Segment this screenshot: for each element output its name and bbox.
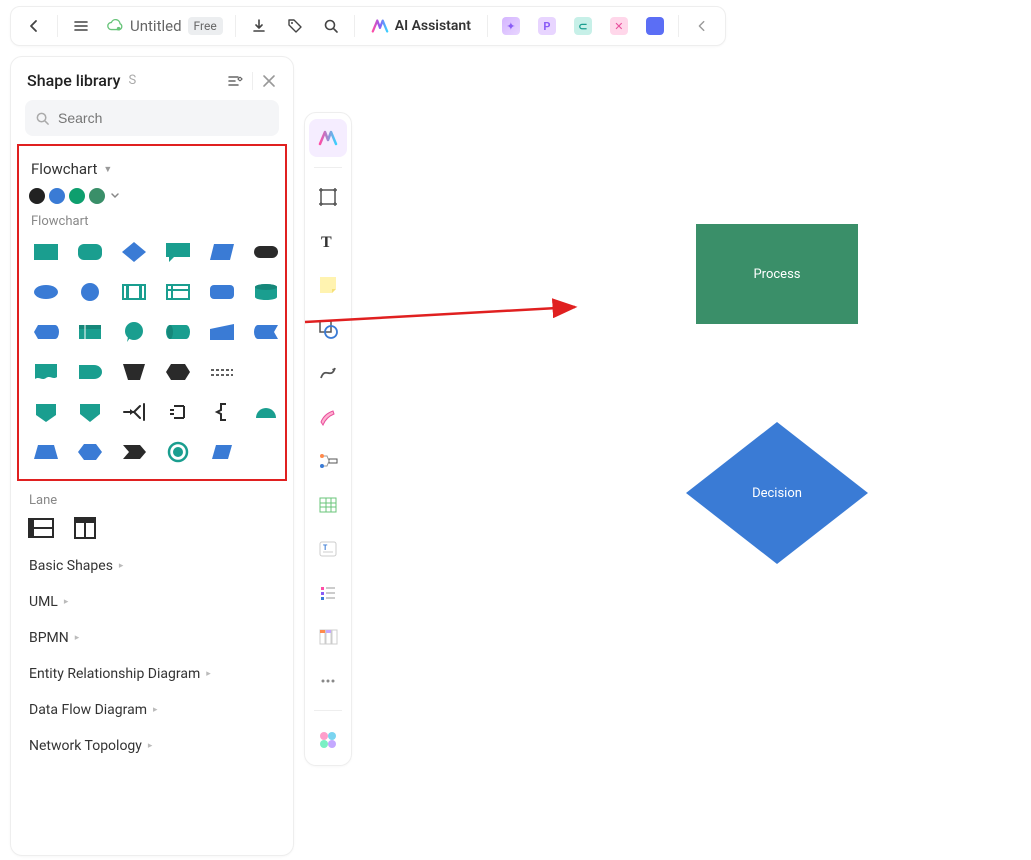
flowchart-shapes-grid — [27, 237, 277, 473]
sparkle-tool[interactable]: ✦ — [494, 9, 528, 43]
sticky-note-tool[interactable] — [309, 266, 347, 304]
category-dfd[interactable]: Data Flow Diagram▸ — [29, 702, 275, 718]
shape-internal-storage[interactable] — [161, 277, 195, 307]
frame-tool[interactable] — [309, 178, 347, 216]
sort-icon[interactable] — [226, 72, 244, 90]
chevron-down-icon[interactable] — [109, 190, 121, 202]
shape-circle[interactable] — [73, 277, 107, 307]
shape-alt-process[interactable] — [205, 277, 239, 307]
back-button[interactable] — [17, 9, 51, 43]
shape-manual-input[interactable] — [205, 317, 239, 347]
category-basic-shapes[interactable]: Basic Shapes▸ — [29, 558, 275, 574]
category-erd[interactable]: Entity Relationship Diagram▸ — [29, 666, 275, 682]
shape-hexagon[interactable] — [73, 437, 107, 467]
lane-horizontal[interactable] — [27, 516, 55, 540]
shape-callout[interactable] — [161, 237, 195, 267]
shape-tool[interactable] — [309, 310, 347, 348]
c-tool[interactable]: ⊂ — [566, 9, 600, 43]
ai-logo-icon — [371, 17, 389, 35]
flowchart-section-highlight: Flowchart ▼ Flowchart — [17, 144, 287, 481]
shape-parallelogram[interactable] — [205, 237, 239, 267]
category-list: Basic Shapes▸ UML▸ BPMN▸ Entity Relation… — [11, 552, 293, 760]
shape-ellipse[interactable] — [29, 277, 63, 307]
shape-connector-ring[interactable] — [161, 437, 195, 467]
color-palette[interactable] — [27, 188, 277, 214]
shape-process[interactable] — [29, 237, 63, 267]
collapse-button[interactable] — [685, 9, 719, 43]
shape-database[interactable] — [249, 277, 283, 307]
cloud-icon — [106, 17, 124, 35]
shape-decision[interactable] — [117, 237, 151, 267]
lane-vertical[interactable] — [71, 516, 99, 540]
shape-direct-data[interactable] — [161, 317, 195, 347]
shape-semi-circle[interactable] — [249, 397, 283, 427]
menu-button[interactable] — [64, 9, 98, 43]
more-tool[interactable] — [309, 662, 347, 700]
tag-button[interactable] — [278, 9, 312, 43]
shape-library-panel: Shape library S Flowchart ▼ Flowchart — [10, 56, 294, 856]
list-tool[interactable] — [309, 574, 347, 612]
shape-merge[interactable] — [117, 397, 151, 427]
search-icon — [35, 111, 50, 126]
shape-stored-data[interactable] — [249, 317, 283, 347]
shape-shield[interactable] — [73, 397, 107, 427]
chevron-down-icon[interactable]: ▼ — [103, 164, 112, 175]
svg-text:T: T — [321, 234, 332, 251]
shape-predefined[interactable] — [117, 277, 151, 307]
mindmap-tool[interactable] — [309, 442, 347, 480]
shape-rounded[interactable] — [73, 237, 107, 267]
connector-tool[interactable] — [309, 354, 347, 392]
panel-title: Shape library — [27, 71, 121, 90]
chat-tool[interactable] — [638, 9, 672, 43]
ai-assistant-button[interactable]: AI Assistant — [361, 9, 481, 43]
apps-tool[interactable] — [309, 721, 347, 759]
shape-summing[interactable] — [161, 397, 195, 427]
shape-delay[interactable] — [73, 357, 107, 387]
close-icon[interactable] — [261, 73, 277, 89]
svg-text:T: T — [323, 544, 328, 552]
category-uml[interactable]: UML▸ — [29, 594, 275, 610]
category-network[interactable]: Network Topology▸ — [29, 738, 275, 754]
search-button[interactable] — [314, 9, 348, 43]
pink-tool[interactable]: ✕ — [602, 9, 636, 43]
shape-terminator[interactable] — [249, 237, 283, 267]
shape-card[interactable] — [73, 317, 107, 347]
shape-document[interactable] — [29, 357, 63, 387]
vertical-toolbar: T T — [304, 112, 352, 766]
panel-shortcut: S — [129, 73, 137, 88]
top-toolbar: Untitled Free AI Assistant ✦ P ⊂ ✕ — [10, 6, 726, 46]
shape-bracket[interactable] — [205, 397, 239, 427]
sub-label: Flowchart — [27, 214, 277, 237]
text-tool[interactable]: T — [309, 222, 347, 260]
table-tool[interactable] — [309, 486, 347, 524]
cursor-tool[interactable] — [309, 119, 347, 157]
shape-comment[interactable] — [117, 317, 151, 347]
decision-node[interactable]: Decision — [686, 422, 868, 564]
shape-tag[interactable] — [117, 437, 151, 467]
doc-title[interactable]: Untitled — [130, 17, 182, 35]
shape-skew[interactable] — [205, 437, 239, 467]
shape-display[interactable] — [29, 317, 63, 347]
search-input[interactable] — [58, 110, 269, 126]
textbox-tool[interactable]: T — [309, 530, 347, 568]
process-node[interactable]: Process — [696, 224, 858, 324]
category-bpmn[interactable]: BPMN▸ — [29, 630, 275, 646]
download-button[interactable] — [242, 9, 276, 43]
shape-manual-op[interactable] — [117, 357, 151, 387]
shape-trapezoid[interactable] — [29, 437, 63, 467]
shape-preparation[interactable] — [161, 357, 195, 387]
search-input-wrap[interactable] — [25, 100, 279, 136]
lane-label: Lane — [11, 481, 293, 516]
kanban-tool[interactable] — [309, 618, 347, 656]
plan-badge: Free — [188, 17, 223, 35]
pen-tool[interactable] — [309, 398, 347, 436]
p-tool[interactable]: P — [530, 9, 564, 43]
shape-offpage[interactable] — [29, 397, 63, 427]
shape-annotation-lines[interactable] — [205, 357, 239, 387]
canvas[interactable]: Process Decision — [360, 56, 1031, 860]
section-title[interactable]: Flowchart — [31, 160, 97, 178]
